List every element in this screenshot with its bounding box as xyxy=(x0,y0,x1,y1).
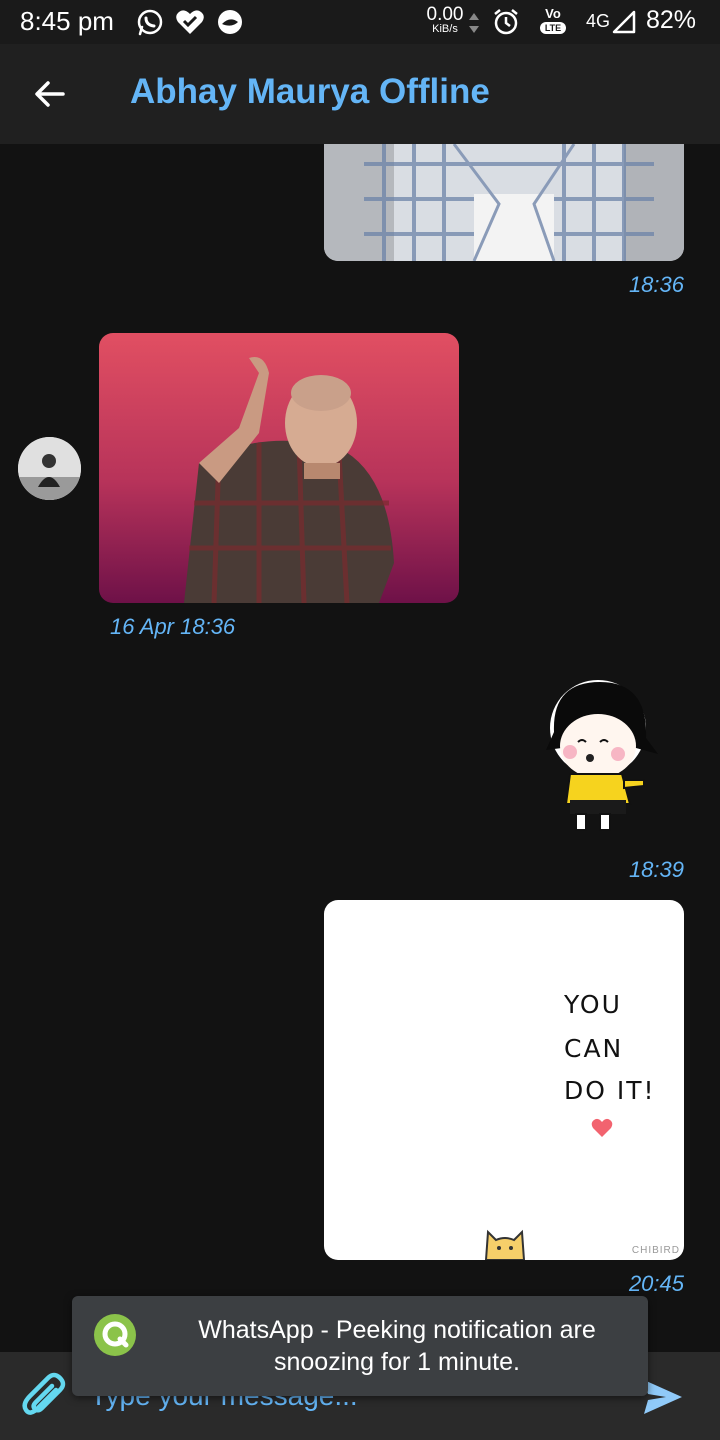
message-timestamp: 18:36 xyxy=(628,272,684,297)
volte-label: Vo xyxy=(545,6,561,21)
status-bar: 8:45 pm 0.00 KiB/s Vo LTE 4G 82% xyxy=(0,0,720,44)
net-speed: 0.00 KiB/s xyxy=(420,5,470,35)
signal-icon xyxy=(612,10,636,39)
whatsapp-icon xyxy=(136,8,164,41)
card-credit: CHIBIRD xyxy=(631,1245,680,1256)
network-type: 4G xyxy=(586,11,611,31)
back-button[interactable] xyxy=(26,70,74,118)
net-speed-unit: KiB/s xyxy=(432,23,458,35)
status-time: 8:45 pm xyxy=(20,6,114,36)
contact-avatar[interactable] xyxy=(18,437,81,500)
chat-screen: 8:45 pm 0.00 KiB/s Vo LTE 4G 82% Abhay M… xyxy=(0,0,720,1440)
attach-button[interactable] xyxy=(20,1372,68,1420)
outgoing-image-message[interactable]: YOU CAN DO IT! CHIBIRD xyxy=(324,900,684,1260)
man-pointing-gif xyxy=(99,333,459,603)
toast-text: WhatsApp - Peeking notification are snoo… xyxy=(198,1316,596,1376)
shirt-photo xyxy=(324,144,684,261)
arrow-left-icon xyxy=(35,81,65,107)
toast-notification: WhatsApp - Peeking notification are snoo… xyxy=(72,1296,648,1396)
q-logo-icon xyxy=(92,1312,138,1358)
girl-sticker[interactable] xyxy=(540,676,664,838)
card-line: CAN xyxy=(564,1034,624,1063)
heart-icon xyxy=(591,1118,613,1143)
chat-title[interactable]: Abhay Maurya Offline xyxy=(130,72,490,112)
battery-percent: 82% xyxy=(646,6,697,34)
card-line: YOU xyxy=(564,990,622,1019)
outgoing-image-message[interactable] xyxy=(324,144,684,261)
card-line: DO IT! xyxy=(564,1076,656,1105)
data-arrows-icon xyxy=(468,12,480,39)
incoming-gif-message[interactable] xyxy=(99,333,459,603)
app-bar: Abhay Maurya Offline xyxy=(0,44,720,144)
paperclip-icon xyxy=(22,1372,66,1415)
message-timestamp: 20:45 xyxy=(628,1271,684,1296)
message-timestamp: 16 Apr 18:36 xyxy=(110,614,236,639)
net-speed-value: 0.00 xyxy=(426,4,464,25)
cat-icon xyxy=(482,1226,528,1260)
heart-check-icon xyxy=(175,8,205,41)
app-icon xyxy=(216,8,244,41)
volte-badge: Vo LTE xyxy=(538,7,568,35)
alarm-icon xyxy=(492,8,520,41)
lte-label: LTE xyxy=(540,22,566,34)
message-timestamp: 18:39 xyxy=(628,857,684,882)
